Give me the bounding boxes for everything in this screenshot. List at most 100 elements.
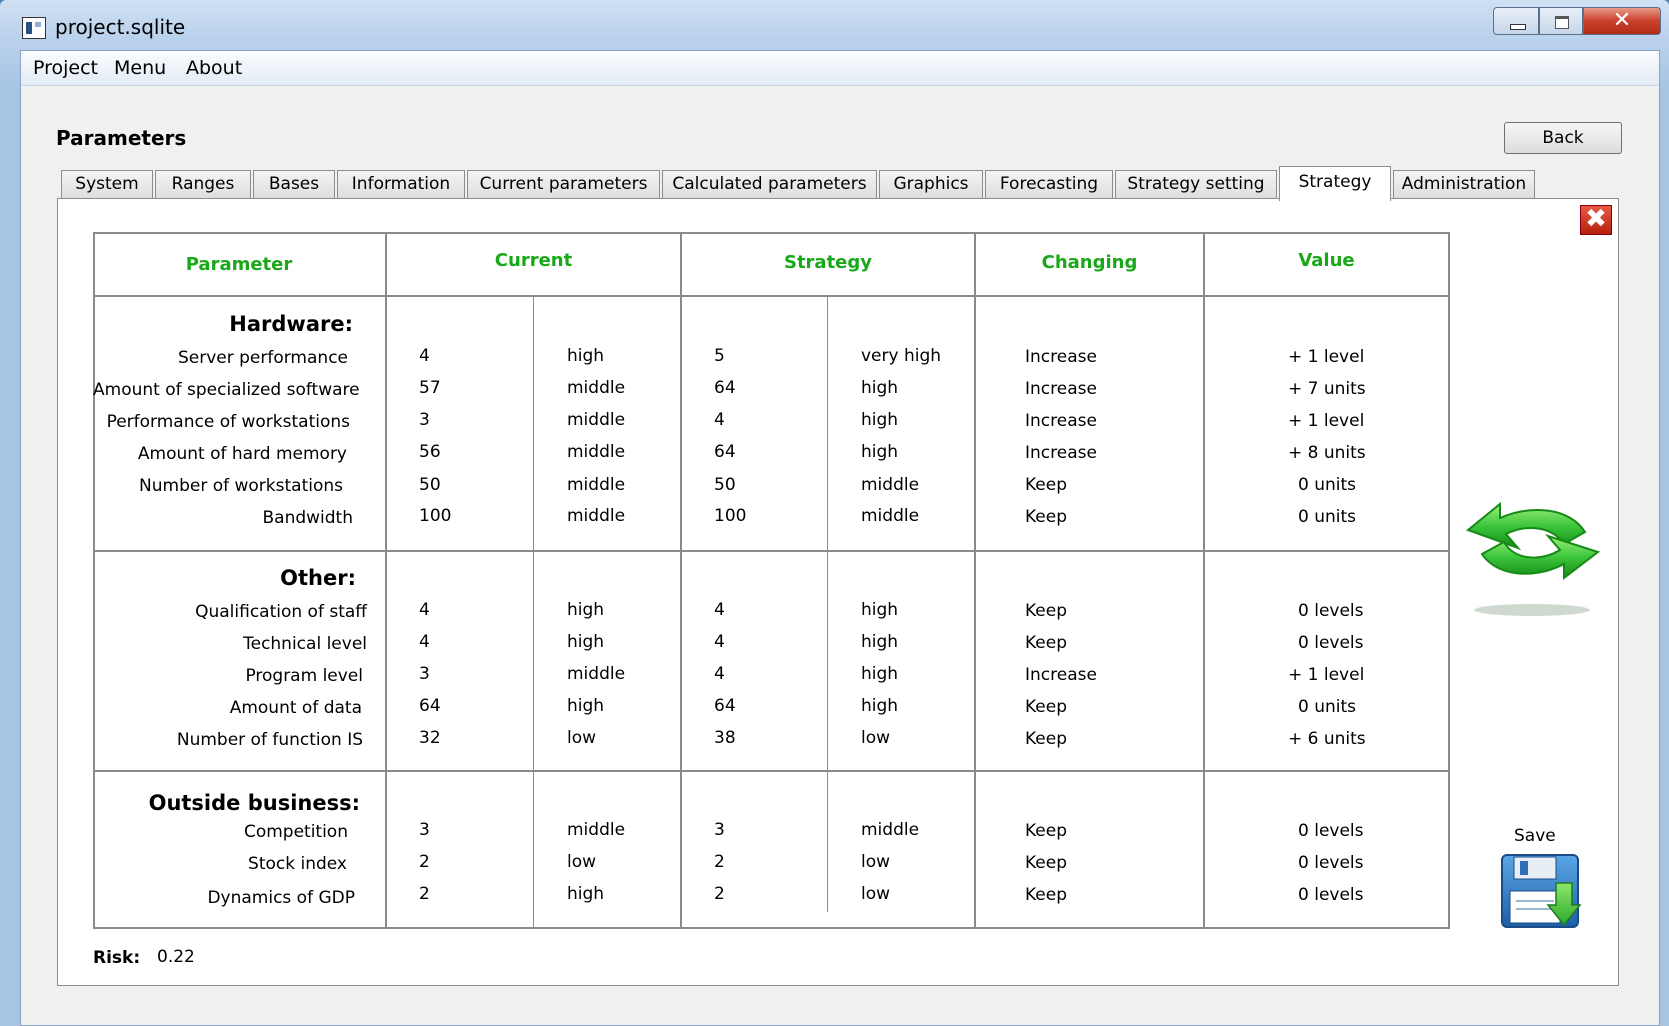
tab-information[interactable]: Information	[337, 170, 465, 198]
close-panel-icon[interactable]: ✖	[1580, 205, 1612, 235]
menu-menu[interactable]: Menu	[114, 57, 166, 79]
tab-ranges[interactable]: Ranges	[155, 170, 251, 198]
current-value: 4	[419, 600, 430, 620]
current-value: 50	[419, 475, 441, 495]
current-level: middle	[567, 442, 626, 462]
strategy-value: 3	[714, 820, 725, 840]
current-value: 4	[419, 346, 430, 366]
param-name: Server performance	[177, 348, 348, 368]
changing-action: Keep	[1025, 475, 1068, 495]
current-level: high	[567, 696, 605, 716]
param-name: Qualification of staff	[195, 602, 367, 622]
strategy-level: very high	[861, 346, 942, 366]
strategy-level: low	[861, 884, 891, 904]
strategy-level: middle	[861, 820, 920, 840]
maximize-button[interactable]	[1539, 7, 1583, 35]
change-value: + 7 units	[1288, 379, 1366, 399]
param-name: Performance of workstations	[106, 412, 350, 432]
param-name: Amount of data	[229, 698, 362, 718]
current-level: middle	[567, 410, 626, 430]
strategy-value: 64	[714, 378, 736, 398]
risk-value: 0.22	[157, 947, 195, 967]
current-level: middle	[567, 378, 626, 398]
changing-action: Increase	[1025, 665, 1097, 685]
strategy-level: high	[861, 600, 899, 620]
param-name: Bandwidth	[262, 508, 353, 528]
save-icon[interactable]	[1500, 853, 1582, 931]
change-value: 0 levels	[1298, 633, 1364, 653]
tab-administration[interactable]: Administration	[1393, 170, 1535, 198]
change-value: 0 levels	[1298, 885, 1364, 905]
change-value: 0 levels	[1298, 821, 1364, 841]
changing-action: Keep	[1025, 885, 1068, 905]
minimize-button[interactable]	[1493, 7, 1539, 35]
menu-about[interactable]: About	[186, 57, 242, 79]
current-value: 3	[419, 410, 430, 430]
tab-system[interactable]: System	[61, 170, 153, 198]
tab-current-parameters[interactable]: Current parameters	[467, 170, 660, 198]
current-value: 57	[419, 378, 441, 398]
strategy-value: 100	[714, 506, 747, 526]
strategy-level: low	[861, 728, 891, 748]
changing-action: Keep	[1025, 853, 1068, 873]
strategy-value: 4	[714, 410, 725, 430]
strategy-value: 64	[714, 696, 736, 716]
tab-calculated-parameters[interactable]: Calculated parameters	[662, 170, 877, 198]
changing-action: Increase	[1025, 411, 1097, 431]
menu-project[interactable]: Project	[33, 57, 98, 79]
current-value: 64	[419, 696, 441, 716]
param-name: Program level	[245, 666, 363, 686]
current-level: low	[567, 728, 597, 748]
current-value: 56	[419, 442, 441, 462]
strategy-value: 50	[714, 475, 736, 495]
current-value: 2	[419, 884, 430, 904]
window-title: project.sqlite	[55, 15, 186, 39]
section-title-hardware: Hardware:	[229, 312, 353, 336]
header-current: Current	[494, 250, 573, 271]
change-value: + 6 units	[1288, 729, 1366, 749]
strategy-value: 2	[714, 884, 725, 904]
section-title-outside-business: Outside business:	[148, 791, 360, 815]
save-label: Save	[1514, 826, 1556, 846]
tab-strategy-setting[interactable]: Strategy setting	[1115, 170, 1277, 198]
current-value: 2	[419, 852, 430, 872]
close-window-button[interactable]: ✕	[1583, 7, 1661, 35]
change-value: 0 levels	[1298, 601, 1364, 621]
strategy-level: high	[861, 410, 899, 430]
tab-forecasting[interactable]: Forecasting	[985, 170, 1113, 198]
current-level: high	[567, 600, 605, 620]
strategy-value: 2	[714, 852, 725, 872]
current-level: middle	[567, 820, 626, 840]
strategy-value: 5	[714, 346, 725, 366]
changing-action: Increase	[1025, 347, 1097, 367]
title-bar: project.sqlite ✕	[0, 0, 1669, 50]
tab-strategy[interactable]: Strategy	[1279, 166, 1391, 201]
strategy-table: Parameter Current Strategy Changing Valu…	[93, 232, 1450, 929]
tab-graphics[interactable]: Graphics	[879, 170, 983, 198]
current-value: 100	[419, 506, 452, 526]
current-level: low	[567, 852, 597, 872]
param-name: Amount of hard memory	[137, 444, 347, 464]
current-value: 32	[419, 728, 441, 748]
strategy-value: 64	[714, 442, 736, 462]
strategy-level: low	[861, 852, 891, 872]
changing-action: Increase	[1025, 379, 1097, 399]
changing-action: Keep	[1025, 507, 1068, 527]
strategy-level: high	[861, 664, 899, 684]
tab-bases[interactable]: Bases	[253, 170, 335, 198]
current-level: middle	[567, 475, 626, 495]
header-parameter: Parameter	[185, 254, 293, 275]
change-value: 0 units	[1298, 507, 1357, 527]
header-strategy: Strategy	[783, 252, 873, 273]
current-value: 4	[419, 632, 430, 652]
param-name: Stock index	[248, 854, 347, 874]
refresh-icon[interactable]	[1460, 470, 1605, 620]
strategy-value: 4	[714, 632, 725, 652]
current-level: middle	[567, 664, 626, 684]
changing-action: Increase	[1025, 443, 1097, 463]
current-level: high	[567, 884, 605, 904]
risk-label: Risk:	[93, 948, 141, 968]
param-name: Competition	[243, 822, 348, 842]
back-button[interactable]: Back	[1504, 122, 1622, 154]
strategy-level: high	[861, 632, 899, 652]
